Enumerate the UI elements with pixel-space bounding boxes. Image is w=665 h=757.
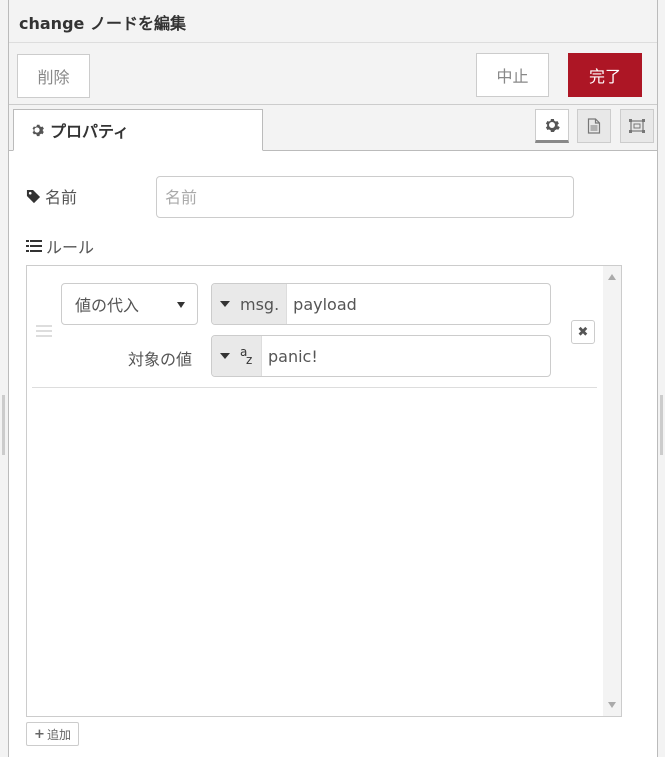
rules-label: ルール xyxy=(26,234,94,258)
rules-list: 値の代入 msg. payload 対象の値 a z panic! ✖ xyxy=(26,265,622,717)
string-az-icon-z: z xyxy=(246,353,253,367)
done-button[interactable]: 完了 xyxy=(568,53,642,97)
rules-scrollbar[interactable] xyxy=(603,266,621,716)
scroll-up-icon[interactable] xyxy=(608,274,616,280)
target-type-selector[interactable]: msg. xyxy=(212,284,288,324)
add-rule-button[interactable]: + 追加 xyxy=(26,722,79,746)
drag-handle-icon[interactable] xyxy=(36,325,52,337)
tab-properties-icon-button[interactable] xyxy=(535,109,569,143)
tray-toolbar: 削除 中止 完了 xyxy=(9,43,657,105)
name-label-text: 名前 xyxy=(45,188,78,207)
target-value[interactable]: payload xyxy=(287,295,357,314)
remove-rule-button[interactable]: ✖ xyxy=(571,320,595,344)
cancel-button[interactable]: 中止 xyxy=(476,53,549,97)
caret-down-icon xyxy=(220,301,230,307)
scroll-down-icon[interactable] xyxy=(608,702,616,708)
tray-title: change ノードを編集 xyxy=(9,0,657,43)
tab-appearance-button[interactable] xyxy=(620,109,654,143)
name-input[interactable] xyxy=(156,176,574,218)
right-resize-handle[interactable] xyxy=(660,395,663,455)
delete-button[interactable]: 削除 xyxy=(17,54,90,98)
tab-properties-label: プロパティ xyxy=(50,122,130,141)
left-resize-handle[interactable] xyxy=(2,395,5,455)
rule-item: 値の代入 msg. payload 対象の値 a z panic! ✖ xyxy=(32,270,597,388)
name-label: 名前 xyxy=(26,184,77,208)
to-value-label: 対象の値 xyxy=(128,350,193,369)
value-type-selector[interactable]: a z xyxy=(212,336,262,376)
tab-description-button[interactable] xyxy=(577,109,611,143)
add-rule-label: 追加 xyxy=(46,727,71,742)
appearance-icon xyxy=(629,119,645,133)
description-icon xyxy=(587,118,601,134)
rules-label-text: ルール xyxy=(46,238,95,257)
caret-down-icon xyxy=(220,353,230,359)
tag-icon xyxy=(26,189,41,203)
chevron-down-icon xyxy=(177,302,185,308)
rule-target-input[interactable]: msg. payload xyxy=(211,283,551,325)
value-text[interactable]: panic! xyxy=(262,347,318,366)
tabs-bar: プロパティ xyxy=(9,105,657,151)
close-icon: ✖ xyxy=(577,324,589,340)
string-az-icon: a z xyxy=(240,346,254,366)
target-type-label: msg. xyxy=(240,294,280,314)
gear-icon xyxy=(32,124,44,137)
plus-icon: + xyxy=(34,726,45,742)
rule-value-input[interactable]: a z panic! xyxy=(211,335,551,377)
rule-action-value: 値の代入 xyxy=(75,296,140,315)
tab-properties[interactable]: プロパティ xyxy=(13,109,263,151)
list-icon xyxy=(26,240,42,252)
gear-icon xyxy=(545,119,560,132)
rule-action-select[interactable]: 値の代入 xyxy=(61,283,198,325)
